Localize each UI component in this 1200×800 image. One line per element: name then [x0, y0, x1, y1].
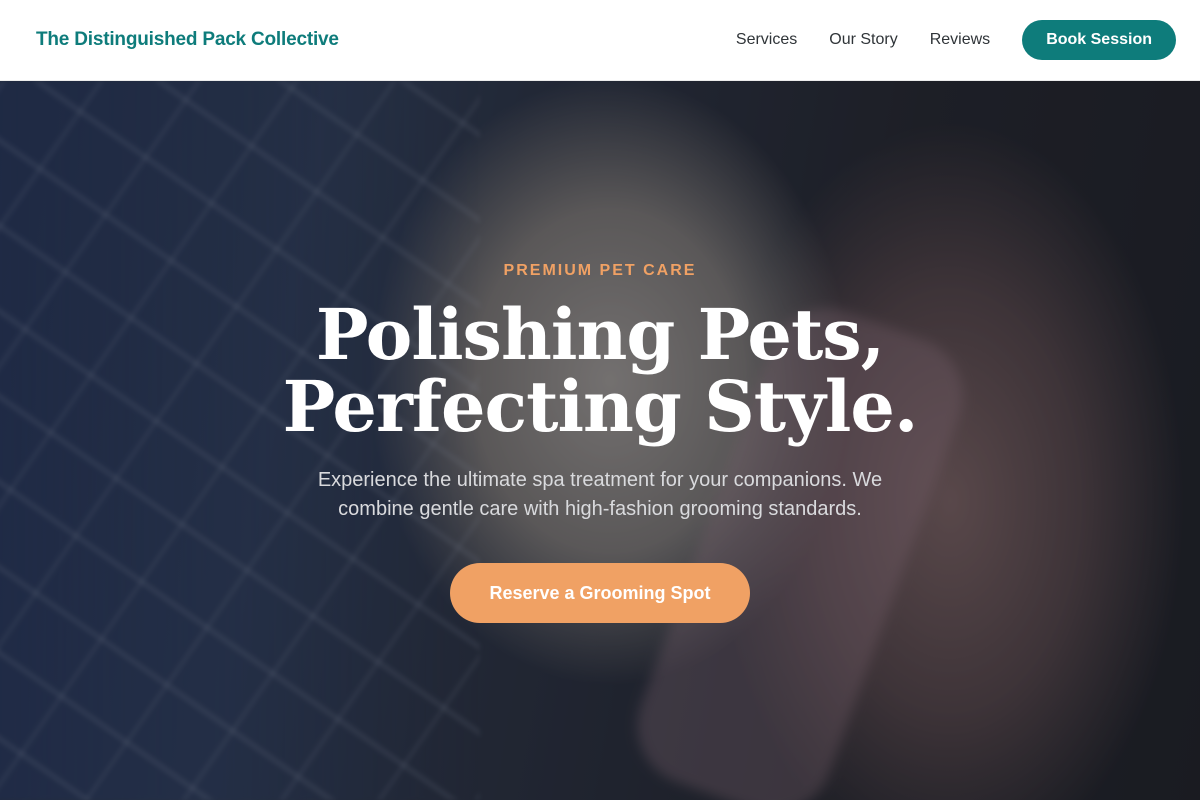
site-header: The Distinguished Pack Collective Servic…: [0, 0, 1200, 81]
nav-our-story-link[interactable]: Our Story: [829, 31, 897, 49]
hero-headline-line1: Polishing Pets,: [315, 293, 885, 376]
hero-headline: Polishing Pets, Perfecting Style.: [0, 299, 1200, 443]
book-session-button[interactable]: Book Session: [1022, 20, 1176, 60]
hero-eyebrow: PREMIUM PET CARE: [503, 262, 697, 279]
hero-section: PREMIUM PET CARE Polishing Pets, Perfect…: [0, 81, 1200, 800]
nav-services-link[interactable]: Services: [736, 31, 797, 49]
hero-subtitle: Experience the ultimate spa treatment fo…: [317, 469, 883, 520]
main-nav: Services Our Story Reviews Book Session: [736, 20, 1176, 60]
reserve-grooming-button[interactable]: Reserve a Grooming Spot: [450, 563, 750, 623]
nav-reviews-link[interactable]: Reviews: [930, 31, 990, 49]
brand-logo[interactable]: The Distinguished Pack Collective: [36, 29, 339, 51]
hero-headline-line2: Perfecting Style.: [282, 365, 919, 448]
